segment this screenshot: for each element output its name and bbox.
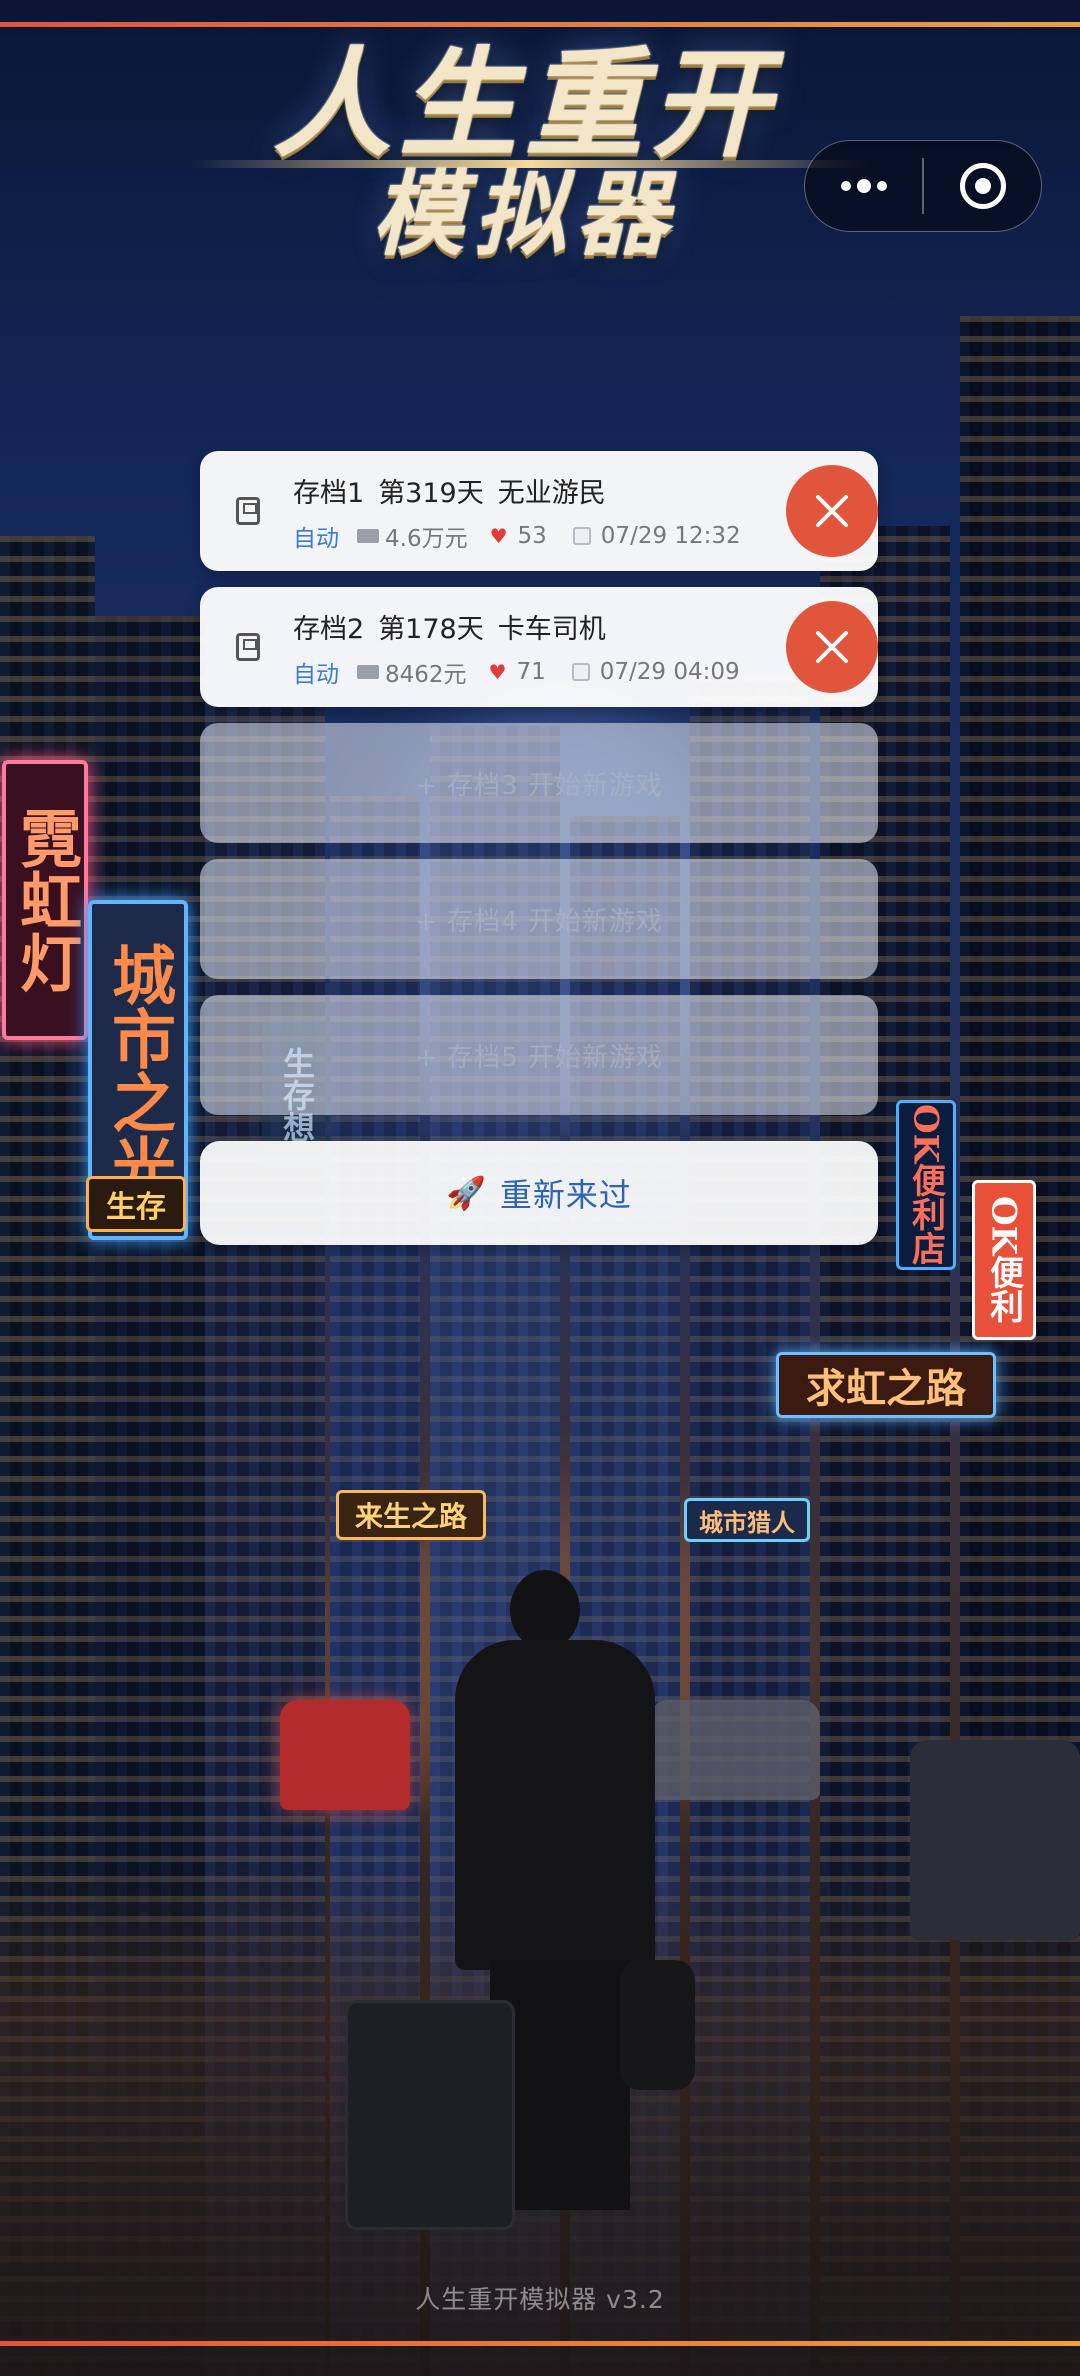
neon-sign-text: OK便利 (983, 1196, 1024, 1324)
close-icon (816, 631, 848, 663)
bag (620, 1960, 695, 2090)
calendar-icon (572, 527, 591, 545)
car (650, 1700, 820, 1800)
app-title: 人生重开 模拟器 (190, 34, 870, 268)
app-title-line1: 人生重开 (272, 34, 777, 173)
slot-health: 53 (517, 523, 547, 549)
slot-health: 71 (516, 659, 546, 685)
slot-mode: 自动 (293, 526, 339, 552)
heart-icon: ♥ (488, 660, 507, 684)
title-swoosh (190, 160, 870, 168)
car (910, 1740, 1080, 1940)
delete-slot-button[interactable] (786, 601, 878, 693)
neon-sign-text: 生存 (106, 1190, 166, 1225)
empty-save-slot-4[interactable]: + 存档4 开始新游戏 (200, 859, 878, 979)
money-icon (357, 665, 379, 679)
bottom-accent-line (0, 2341, 1080, 2346)
neon-sign: 求虹之路 (776, 1352, 996, 1418)
top-accent-line (0, 22, 1080, 27)
close-miniprogram-button[interactable] (924, 141, 1041, 231)
slot-job: 无业游民 (497, 478, 606, 509)
rocket-icon: 🚀 (446, 1174, 486, 1212)
new-game-label: + 存档5 开始新游戏 (415, 1042, 663, 1073)
empty-save-slot-5[interactable]: + 存档5 开始新游戏 (200, 995, 878, 1115)
slot-meta: 自动 8462元 ♥ 71 07/29 04:09 (293, 655, 740, 689)
slot-day: 第178天 (378, 614, 484, 645)
neon-sign-text: 城市之光 (101, 942, 176, 1198)
slot-meta: 自动 4.6万元 ♥ 53 07/29 12:32 (293, 519, 741, 553)
more-dots-icon (840, 179, 887, 193)
more-button[interactable] (805, 141, 922, 231)
neon-sign-text: 霓虹灯 (9, 807, 82, 993)
slot-mode: 自动 (293, 662, 339, 688)
slot-job: 卡车司机 (497, 614, 606, 645)
calendar-icon (571, 663, 590, 681)
save-slot-2[interactable]: 存档2 第178天 卡车司机 自动 8462元 ♥ 71 07/29 04:09 (200, 587, 878, 707)
close-icon (816, 495, 848, 527)
car (280, 1700, 410, 1810)
slot-datetime: 07/29 04:09 (599, 659, 740, 685)
mini-program-capsule (804, 140, 1042, 232)
neon-sign-text: OK便利店 (905, 1104, 946, 1266)
suitcase (345, 2000, 515, 2230)
neon-sign: 霓虹灯 (2, 760, 88, 1040)
empty-save-slot-3[interactable]: + 存档3 开始新游戏 (200, 723, 878, 843)
neon-sign: 生存 (86, 1176, 186, 1232)
delete-slot-button[interactable] (786, 465, 878, 557)
version-label: 人生重开模拟器 v3.2 (415, 2285, 665, 2314)
slot-datetime: 07/29 12:32 (600, 523, 741, 549)
slot-day: 第319天 (378, 478, 484, 509)
neon-sign: OK便利 (972, 1180, 1036, 1340)
restart-label: 重新来过 (499, 1176, 632, 1214)
new-game-label: + 存档4 开始新游戏 (415, 906, 663, 937)
slot-title: 存档1 第319天 无业游民 (293, 471, 620, 510)
person-silhouette (455, 1640, 655, 1970)
slot-title: 存档2 第178天 卡车司机 (293, 607, 620, 646)
neon-sign: 来生之路 (336, 1490, 486, 1540)
save-slot-list: 存档1 第319天 无业游民 自动 4.6万元 ♥ 53 07/29 12:32 存… (200, 451, 878, 1131)
target-circle-icon (959, 163, 1006, 209)
save-file-icon (236, 497, 260, 525)
neon-sign: 城市猎人 (684, 1498, 810, 1542)
slot-money: 4.6万元 (385, 526, 468, 552)
save-slot-1[interactable]: 存档1 第319天 无业游民 自动 4.6万元 ♥ 53 07/29 12:32 (200, 451, 878, 571)
heart-icon: ♥ (489, 524, 508, 548)
money-icon (357, 529, 379, 543)
neon-sign: OK便利店 (896, 1100, 956, 1270)
slot-name: 存档2 (293, 614, 365, 645)
person-silhouette (510, 1570, 580, 1650)
neon-sign-text: 来生之路 (354, 1500, 467, 1533)
save-file-icon (236, 633, 260, 661)
slot-name: 存档1 (293, 478, 365, 509)
slot-money: 8462元 (385, 662, 467, 688)
neon-sign-text: 求虹之路 (806, 1365, 966, 1412)
neon-sign-text: 城市猎人 (699, 1507, 795, 1537)
app-title-line2: 模拟器 (371, 160, 678, 268)
restart-button[interactable]: 🚀 重新来过 (200, 1141, 878, 1245)
new-game-label: + 存档3 开始新游戏 (415, 770, 663, 801)
